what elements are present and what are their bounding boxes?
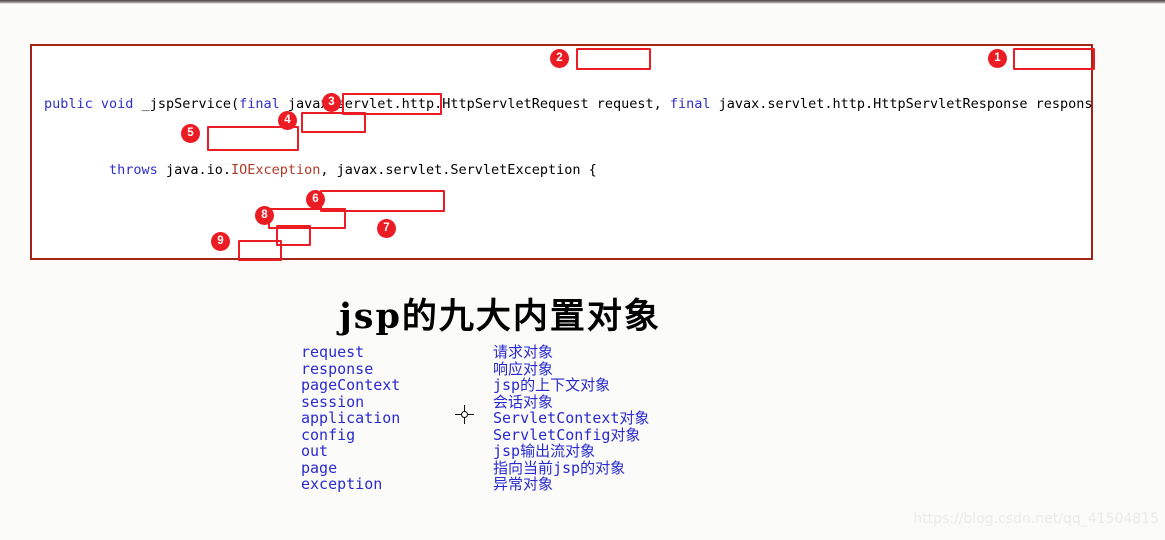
highlight-box-request	[576, 48, 651, 70]
object-name: config	[301, 425, 356, 444]
annotation-badge-6: 6	[306, 190, 325, 209]
object-name: page	[301, 458, 338, 477]
object-name: exception	[301, 475, 383, 493]
annotation-badge-2: 2	[550, 49, 569, 68]
highlight-box-response	[1013, 48, 1095, 70]
annotation-badge-1: 1	[988, 49, 1007, 68]
annotation-badge-5: 5	[181, 124, 200, 143]
code-snippet-panel: public void _jspService(final javax.serv…	[30, 44, 1093, 260]
object-description: 异常对象	[493, 475, 554, 493]
code-lines: public void _jspService(final javax.serv…	[32, 46, 1093, 258]
object-name: out	[301, 442, 329, 460]
object-name: response	[301, 359, 374, 378]
annotation-badge-9: 9	[211, 232, 230, 251]
annotation-badge-3: 3	[322, 93, 341, 112]
object-description: 会话对象	[493, 392, 554, 411]
annotation-badge-8: 8	[255, 206, 274, 225]
crosshair-center-circle	[461, 411, 468, 418]
code-line: public void _jspService(final javax.serv…	[44, 95, 1093, 112]
code-line: throws java.io.IOException, javax.servle…	[109, 161, 597, 178]
object-description: ServletContext对象	[493, 409, 650, 427]
top-edge-strip	[0, 0, 1165, 4]
object-description-list: 请求对象 响应对象 jsp的上下文对象 会话对象 ServletContext对…	[493, 344, 649, 493]
highlight-box-session	[301, 112, 366, 133]
annotation-badge-4: 4	[278, 111, 297, 130]
object-name-list: request response pageContext session app…	[301, 344, 400, 493]
object-name: request	[301, 343, 365, 361]
object-description: 指向当前jsp的对象	[493, 458, 626, 477]
object-name: session	[301, 392, 365, 411]
page-title: jsp的九大内置对象	[339, 296, 661, 337]
annotation-badge-7: 7	[377, 219, 396, 238]
watermark-url: https://blog.csdn.net/qq_41504815	[913, 511, 1159, 527]
object-description: 响应对象	[493, 359, 554, 378]
object-name: application	[301, 409, 401, 427]
crosshair-cursor-icon	[455, 405, 474, 424]
highlight-box-page	[238, 240, 282, 261]
object-description: jsp的上下文对象	[493, 376, 611, 394]
object-description: jsp输出流对象	[493, 442, 596, 460]
object-description: ServletConfig对象	[493, 425, 641, 444]
object-name: pageContext	[301, 376, 401, 394]
object-description: 请求对象	[493, 343, 554, 361]
